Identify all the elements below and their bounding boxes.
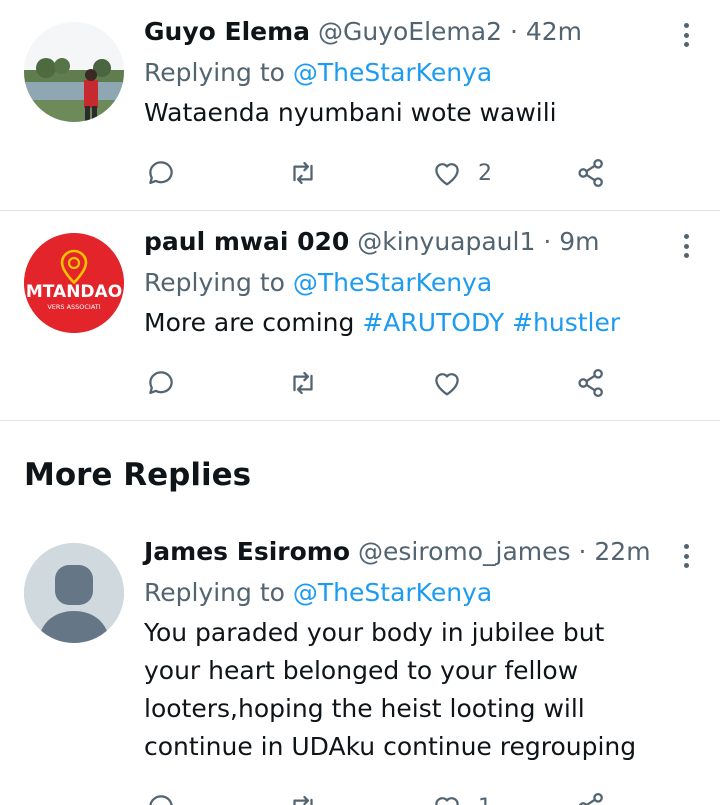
retweet-button[interactable] — [286, 153, 334, 193]
separator-dot: · — [578, 537, 587, 566]
mention-link[interactable]: @TheStarKenya — [293, 268, 492, 297]
reply-button[interactable] — [144, 153, 192, 193]
like-count: 1 — [478, 795, 492, 805]
tweet-header: James Esiromo @esiromo_james · 22m — [144, 537, 660, 567]
tweet-content: James Esiromo @esiromo_james · 22m Reply… — [144, 537, 660, 766]
mention-link[interactable]: @TheStarKenya — [293, 578, 492, 607]
retweet-button[interactable] — [286, 787, 334, 805]
like-button[interactable]: 2 — [430, 153, 492, 193]
like-button[interactable] — [430, 363, 478, 403]
more-icon[interactable] — [680, 231, 692, 261]
avatar[interactable] — [24, 22, 124, 122]
replying-to-label: Replying to — [144, 578, 285, 607]
author-name[interactable]: paul mwai 020 — [144, 227, 349, 256]
reply-button[interactable] — [144, 787, 192, 805]
avatar-logo: MTANDAO VERS ASSOCIATI — [24, 233, 124, 333]
replying-to-label: Replying to — [144, 58, 285, 87]
more-icon[interactable] — [680, 20, 692, 50]
tweet-text-body: More are coming — [144, 308, 355, 337]
like-icon — [435, 373, 459, 396]
tweet-content: Guyo Elema @GuyoElema2 · 42m Replying to… — [144, 17, 660, 132]
tweet[interactable]: MTANDAO VERS ASSOCIATI paul mwai 020 @ki… — [0, 211, 720, 420]
share-button[interactable] — [574, 363, 608, 403]
tweet-header: Guyo Elema @GuyoElema2 · 42m — [144, 17, 660, 47]
like-icon — [435, 797, 459, 805]
tweet-time[interactable]: 22m — [594, 537, 650, 566]
more-replies-heading: More Replies — [24, 457, 252, 493]
reply-icon — [149, 161, 173, 185]
hashtag-link[interactable]: #hustler — [512, 308, 620, 337]
default-avatar-icon — [24, 543, 124, 643]
tweet[interactable]: Guyo Elema @GuyoElema2 · 42m Replying to… — [0, 0, 720, 210]
avatar[interactable]: MTANDAO VERS ASSOCIATI — [24, 233, 124, 333]
author-handle[interactable]: @GuyoElema2 — [318, 17, 502, 46]
retweet-icon — [293, 371, 313, 395]
tweet-text: Wataenda nyumbani wote wawili — [144, 94, 660, 132]
tweet-header: paul mwai 020 @kinyuapaul1 · 9m — [144, 227, 660, 257]
replying-to: Replying to @TheStarKenya — [144, 58, 660, 88]
tweet-text-body: Wataenda nyumbani wote wawili — [144, 98, 557, 127]
replying-to-label: Replying to — [144, 268, 285, 297]
avatar-logo-text: MTANDAO — [26, 282, 122, 302]
mention-link[interactable]: @TheStarKenya — [293, 58, 492, 87]
share-icon — [578, 368, 603, 398]
tweet-time[interactable]: 42m — [526, 17, 582, 46]
tweet-actions — [144, 363, 624, 403]
avatar-photo — [24, 22, 124, 122]
separator-dot: · — [543, 227, 552, 256]
tweet-text: More are coming #ARUTODY #hustler — [144, 304, 660, 342]
avatar-logo-subtext: VERS ASSOCIATI — [47, 303, 100, 311]
author-handle[interactable]: @esiromo_james — [358, 537, 571, 566]
reply-icon — [149, 371, 173, 395]
reply-button[interactable] — [144, 363, 192, 403]
author-handle[interactable]: @kinyuapaul1 — [357, 227, 535, 256]
like-button[interactable]: 1 — [430, 787, 492, 805]
share-icon — [578, 792, 603, 805]
author-name[interactable]: James Esiromo — [144, 537, 350, 566]
replying-to: Replying to @TheStarKenya — [144, 268, 660, 298]
tweet-text: You paraded your body in jubilee but you… — [144, 614, 664, 766]
tweet[interactable]: James Esiromo @esiromo_james · 22m Reply… — [0, 521, 720, 805]
tweet-time[interactable]: 9m — [559, 227, 599, 256]
tweet-text-body: You paraded your body in jubilee but you… — [144, 618, 637, 761]
share-icon — [578, 158, 603, 188]
more-icon[interactable] — [680, 541, 692, 571]
retweet-icon — [293, 161, 313, 185]
retweet-icon — [293, 795, 313, 805]
tweet-content: paul mwai 020 @kinyuapaul1 · 9m Replying… — [144, 227, 660, 342]
replying-to: Replying to @TheStarKenya — [144, 578, 660, 608]
like-icon — [435, 163, 459, 186]
share-button[interactable] — [574, 153, 608, 193]
tweet-actions: 1 — [144, 787, 624, 805]
tweet-actions: 2 — [144, 153, 624, 193]
avatar[interactable] — [24, 543, 124, 643]
like-count: 2 — [478, 160, 492, 186]
retweet-button[interactable] — [286, 363, 334, 403]
divider — [0, 420, 720, 421]
share-button[interactable] — [574, 787, 608, 805]
reply-icon — [149, 795, 173, 805]
hashtag-link[interactable]: #ARUTODY — [362, 308, 504, 337]
separator-dot: · — [509, 17, 518, 46]
author-name[interactable]: Guyo Elema — [144, 17, 310, 46]
